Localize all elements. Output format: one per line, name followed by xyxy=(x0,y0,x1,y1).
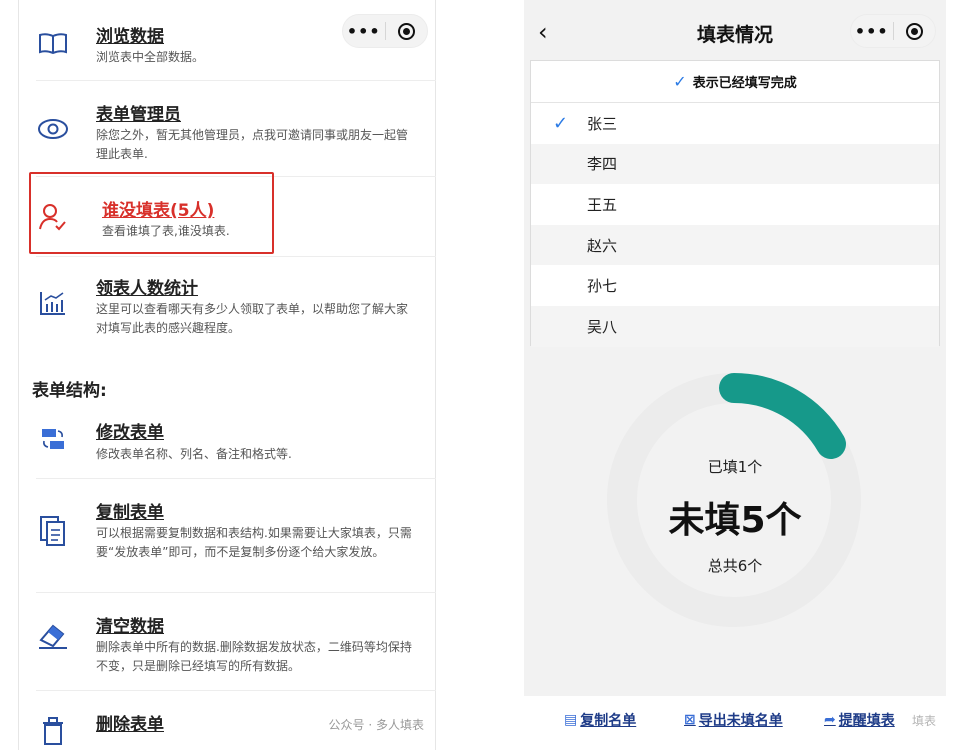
right-panel: ‹ 填表情况 ••• ✓ 表示已经填写完成 ✓ 张三李四王五赵六孙七吴八 已填1个… xyxy=(524,0,946,750)
item-title[interactable]: 清空数据 xyxy=(96,612,164,637)
item-title[interactable]: 删除表单 xyxy=(96,710,164,735)
remind-button[interactable]: ➦ 提醒填表 xyxy=(824,710,895,730)
item-desc: 这里可以查看哪天有多少人领取了表单，以帮助您了解大家对填写此表的感兴趣程度。 xyxy=(96,302,409,335)
item-desc: 可以根据需要复制数据和表结构.如果需要让大家填表，只需要“发放表单”即可，而不是… xyxy=(96,526,412,559)
divider xyxy=(36,80,436,81)
legend-text: 表示已经填写完成 xyxy=(692,76,797,91)
swap-icon xyxy=(36,422,70,456)
bar-chart-icon xyxy=(36,286,70,320)
excel-icon: ⊠ xyxy=(684,712,696,728)
watermark: 填表 xyxy=(911,714,936,728)
item-desc: 查看谁填了表,谁没填表. xyxy=(102,224,230,238)
person-name: 张三 xyxy=(587,114,618,133)
list-icon: ▤ xyxy=(564,712,578,728)
list-item[interactable]: 吴八 xyxy=(531,305,939,347)
remind-label: 提醒填表 xyxy=(838,713,895,729)
export-unfilled-button[interactable]: ⊠ 导出未填名单 xyxy=(684,710,783,730)
item-desc: 除您之外，暂无其他管理员，点我可邀请同事或朋友一起管理此表单. xyxy=(96,128,409,161)
section-title-form-structure: 表单结构: xyxy=(32,381,107,401)
more-icon[interactable]: ••• xyxy=(851,22,893,41)
item-desc: 浏览表中全部数据。 xyxy=(96,50,205,64)
nav-bar: ‹ 填表情况 ••• xyxy=(524,0,946,60)
list-item[interactable]: 李四 xyxy=(531,143,939,185)
person-name: 李四 xyxy=(587,155,618,174)
list-item[interactable]: 孙七 xyxy=(531,265,939,306)
panel-edge xyxy=(18,0,19,750)
people-list: ✓ 张三李四王五赵六孙七吴八 xyxy=(531,103,939,347)
item-title[interactable]: 修改表单 xyxy=(96,418,164,443)
menu-item-browse-data[interactable]: 浏览数据 浏览表中全部数据。 xyxy=(36,18,416,78)
person-name: 吴八 xyxy=(587,317,618,336)
divider xyxy=(36,690,436,691)
person-name: 孙七 xyxy=(587,277,618,296)
panel-edge xyxy=(435,0,436,750)
total-count-text: 总共6个 xyxy=(707,557,763,575)
book-icon xyxy=(36,26,70,60)
watermark: 公众号 · 多人填表 xyxy=(328,718,424,732)
menu-item-copy-form[interactable]: 复制表单 可以根据需要复制数据和表结构.如果需要让大家填表，只需要“发放表单”即… xyxy=(36,496,416,580)
share-icon: ➦ xyxy=(824,712,836,728)
list-item[interactable]: 王五 xyxy=(531,184,939,225)
copy-list-button[interactable]: ▤ 复制名单 xyxy=(564,710,636,730)
list-item[interactable]: 赵六 xyxy=(531,224,939,266)
export-unfilled-label: 导出未填名单 xyxy=(698,713,783,729)
filled-count-text: 已填1个 xyxy=(707,458,763,476)
eraser-icon xyxy=(36,618,70,652)
copy-list-label: 复制名单 xyxy=(580,713,637,729)
check-icon: ✓ xyxy=(673,72,687,91)
legend: ✓ 表示已经填写完成 xyxy=(531,61,939,103)
left-panel: ••• 浏览数据 浏览表中全部数据。 表单管理员 除您之外，暂无其他管理员，点我… xyxy=(18,0,436,750)
divider xyxy=(36,256,436,257)
check-icon: ✓ xyxy=(553,112,569,134)
menu-item-claim-stats[interactable]: 领表人数统计 这里可以查看哪天有多少人领取了表单，以帮助您了解大家对填写此表的感… xyxy=(36,272,416,342)
eye-icon xyxy=(36,112,70,146)
item-desc: 修改表单名称、列名、备注和格式等. xyxy=(96,447,292,461)
item-title[interactable]: 表单管理员 xyxy=(96,100,181,125)
item-title[interactable]: 领表人数统计 xyxy=(96,274,198,299)
divider xyxy=(36,478,436,479)
divider xyxy=(36,592,436,593)
menu-item-edit-form[interactable]: 修改表单 修改表单名称、列名、备注和格式等. xyxy=(36,418,416,468)
copy-document-icon xyxy=(36,514,70,548)
progress-arc xyxy=(719,373,846,459)
close-target-icon[interactable] xyxy=(893,22,935,40)
person-name: 王五 xyxy=(587,195,618,214)
menu-item-who-not-filled[interactable]: 谁没填表(5人) 查看谁填了表,谁没填表. xyxy=(36,194,416,244)
mini-program-capsule: ••• xyxy=(850,14,936,48)
item-title[interactable]: 复制表单 xyxy=(96,498,164,523)
menu-item-form-admin[interactable]: 表单管理员 除您之外，暂无其他管理员，点我可邀请同事或朋友一起管理此表单. xyxy=(36,98,416,168)
people-list-card: ✓ 表示已经填写完成 ✓ 张三李四王五赵六孙七吴八 xyxy=(530,60,940,347)
user-check-icon xyxy=(36,200,70,234)
item-title[interactable]: 浏览数据 xyxy=(96,22,164,47)
item-title[interactable]: 谁没填表(5人) xyxy=(102,196,214,221)
unfilled-count-text: 未填5个 xyxy=(668,500,802,541)
menu-item-clear-data[interactable]: 清空数据 删除表单中所有的数据.删除数据发放状态，二维码等均保持不变，只是删除已… xyxy=(36,610,416,680)
item-desc: 删除表单中所有的数据.删除数据发放状态，二维码等均保持不变，只是删除已经填写的所… xyxy=(96,640,412,673)
trash-icon xyxy=(36,714,70,748)
person-name: 赵六 xyxy=(587,236,618,255)
list-item[interactable]: ✓ 张三 xyxy=(531,103,939,144)
bottom-action-bar: ▤ 复制名单 ⊠ 导出未填名单 ➦ 提醒填表 填表 xyxy=(524,696,946,750)
